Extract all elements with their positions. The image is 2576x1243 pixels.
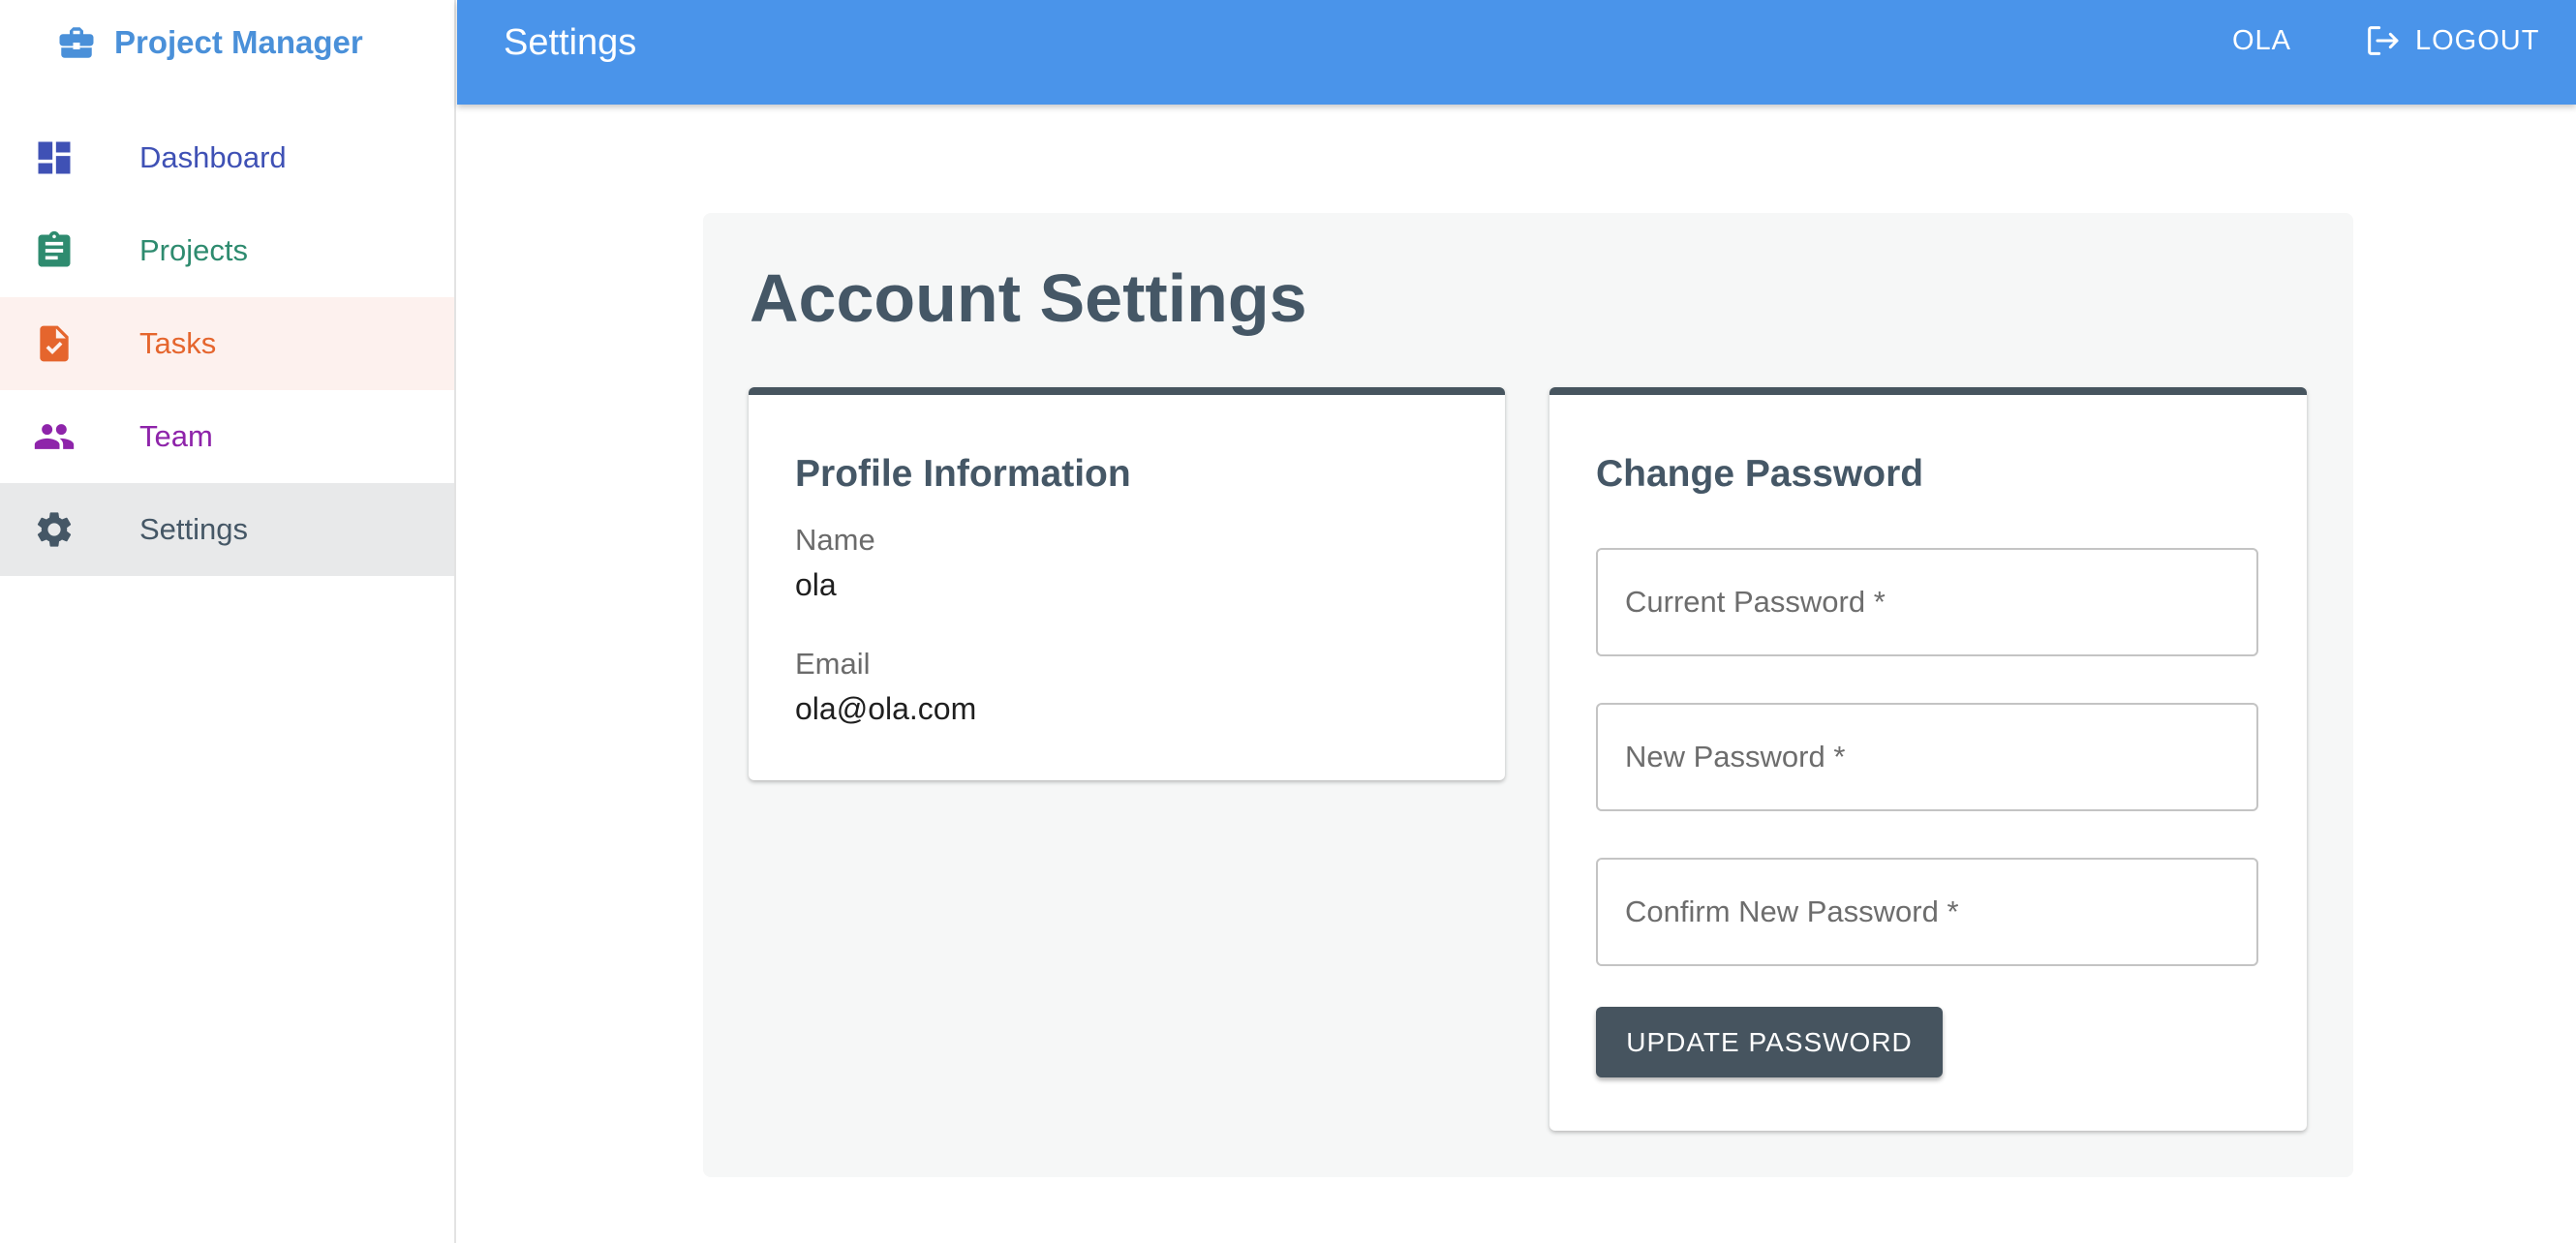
dashboard-icon <box>33 136 76 179</box>
sidebar-item-label: Projects <box>139 233 248 267</box>
logout-label: LOGOUT <box>2415 24 2540 56</box>
sidebar-nav: Dashboard Projects Tasks Team Settings <box>0 111 454 576</box>
settings-panel: Account Settings Profile Information Nam… <box>703 213 2353 1177</box>
top-app-bar: Settings OLA LOGOUT <box>457 0 2576 105</box>
profile-information-card: Profile Information Name ola Email ola@o… <box>749 387 1505 780</box>
logout-icon <box>2363 21 2402 60</box>
brand[interactable]: Project Manager <box>0 0 454 85</box>
change-password-card: Change Password Current Password * New P… <box>1549 387 2307 1131</box>
sidebar-item-tasks[interactable]: Tasks <box>0 297 454 390</box>
sidebar-item-projects[interactable]: Projects <box>0 204 454 297</box>
sidebar-item-label: Dashboard <box>139 140 287 174</box>
gear-icon <box>33 508 76 551</box>
sidebar-item-label: Settings <box>139 512 249 546</box>
new-password-field[interactable]: New Password * <box>1596 703 2258 811</box>
account-settings-title: Account Settings <box>750 260 1307 336</box>
profile-card-heading: Profile Information <box>795 453 1131 495</box>
sidebar-item-label: Tasks <box>139 326 217 360</box>
sidebar-item-settings[interactable]: Settings <box>0 483 454 576</box>
password-card-heading: Change Password <box>1596 453 1924 495</box>
app-root: Project Manager Dashboard Projects Tasks <box>0 0 2576 1243</box>
confirm-password-placeholder: Confirm New Password * <box>1625 894 1959 928</box>
email-value: ola@ola.com <box>795 691 977 726</box>
name-value: ola <box>795 567 837 602</box>
logout-button[interactable]: LOGOUT <box>2363 21 2539 60</box>
update-password-button[interactable]: UPDATE PASSWORD <box>1596 1007 1943 1077</box>
email-label: Email <box>795 647 871 681</box>
name-label: Name <box>795 523 875 557</box>
briefcase-icon <box>56 22 97 63</box>
clipboard-icon <box>33 229 76 272</box>
people-icon <box>33 415 76 458</box>
task-file-icon <box>33 322 76 365</box>
brand-title: Project Manager <box>114 24 363 60</box>
current-password-placeholder: Current Password * <box>1625 585 1886 619</box>
new-password-placeholder: New Password * <box>1625 740 1846 773</box>
user-name[interactable]: OLA <box>2232 25 2291 57</box>
sidebar-item-team[interactable]: Team <box>0 390 454 483</box>
confirm-password-field[interactable]: Confirm New Password * <box>1596 858 2258 966</box>
sidebar: Project Manager Dashboard Projects Tasks <box>0 0 456 1243</box>
sidebar-item-dashboard[interactable]: Dashboard <box>0 111 454 204</box>
sidebar-item-label: Team <box>139 419 213 453</box>
page-title: Settings <box>504 21 637 63</box>
current-password-field[interactable]: Current Password * <box>1596 548 2258 656</box>
